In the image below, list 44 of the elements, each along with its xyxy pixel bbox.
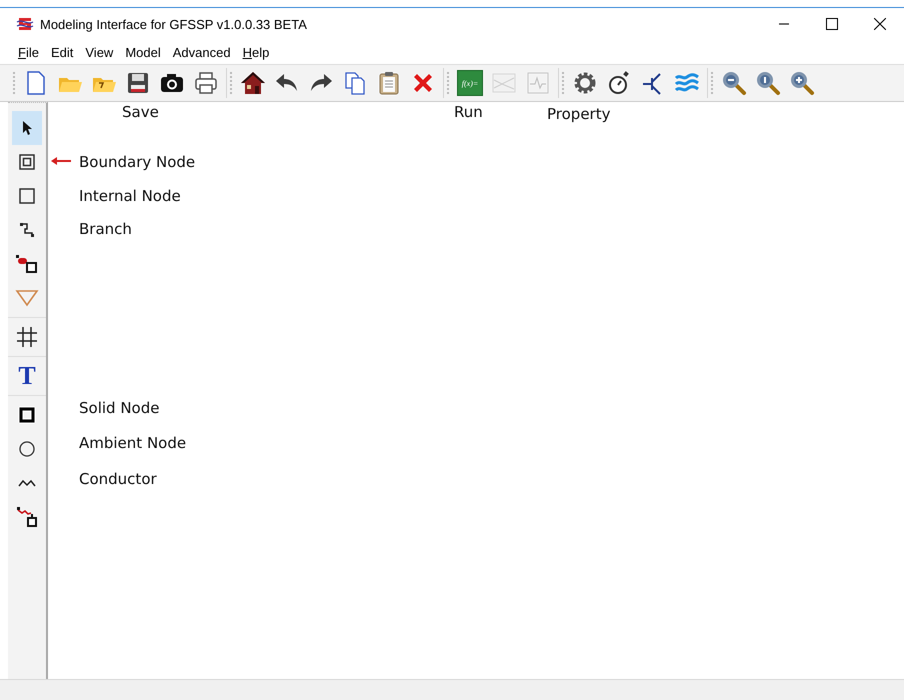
printer-icon bbox=[193, 70, 219, 96]
menu-item[interactable]: Edit bbox=[44, 42, 80, 62]
window-title: Modeling Interface for GFSSP v1.0.0.33 BETA bbox=[40, 16, 307, 32]
zoom-in-icon bbox=[789, 70, 815, 96]
menu-item[interactable]: File bbox=[12, 42, 45, 62]
pointer-icon bbox=[20, 120, 34, 136]
annotation-label: Run bbox=[454, 103, 483, 121]
boundary-node-icon bbox=[19, 154, 35, 170]
annotation-label: Property bbox=[547, 105, 610, 123]
callout-arrow bbox=[51, 157, 71, 165]
annotation-label: Boundary Node bbox=[79, 153, 196, 171]
toolbar-button[interactable] bbox=[239, 69, 267, 97]
square-icon bbox=[19, 188, 35, 204]
annotation-label: Save bbox=[122, 103, 159, 121]
house-icon bbox=[240, 70, 266, 96]
grid-icon bbox=[16, 326, 38, 348]
annotation-label: Ambient Node bbox=[79, 434, 186, 452]
triangle-icon bbox=[15, 289, 39, 307]
annotation-label: Internal Node bbox=[79, 187, 181, 205]
maximize-icon bbox=[826, 18, 838, 30]
annotation-label: Conductor bbox=[79, 470, 157, 488]
annotation-label: Branch bbox=[79, 220, 132, 238]
circle-icon bbox=[18, 440, 36, 458]
branch-icon bbox=[19, 222, 35, 238]
tool-button[interactable] bbox=[12, 111, 42, 145]
menu-item[interactable]: View bbox=[79, 42, 120, 62]
conductor-node-icon bbox=[16, 506, 38, 528]
toolbar-button[interactable]: f(x)= bbox=[456, 69, 484, 97]
menu-item[interactable]: Advanced bbox=[166, 42, 237, 62]
annotation-label: Solid Node bbox=[79, 399, 160, 417]
gear-icon bbox=[572, 70, 598, 96]
text-tool-icon: T bbox=[18, 363, 36, 389]
menu-item[interactable]: Model bbox=[119, 42, 167, 62]
magnifier-icon bbox=[755, 70, 781, 96]
app-logo-icon bbox=[16, 16, 34, 32]
close-icon bbox=[874, 18, 886, 30]
chart-icon bbox=[525, 70, 551, 96]
zoom-out-icon bbox=[721, 70, 747, 96]
stopwatch-icon bbox=[606, 70, 632, 96]
component-icon bbox=[16, 255, 38, 273]
tool-button[interactable]: T bbox=[12, 359, 42, 393]
menu-item[interactable]: Help bbox=[236, 42, 276, 62]
solid-node-icon bbox=[19, 407, 35, 423]
zigzag-icon bbox=[18, 478, 36, 488]
